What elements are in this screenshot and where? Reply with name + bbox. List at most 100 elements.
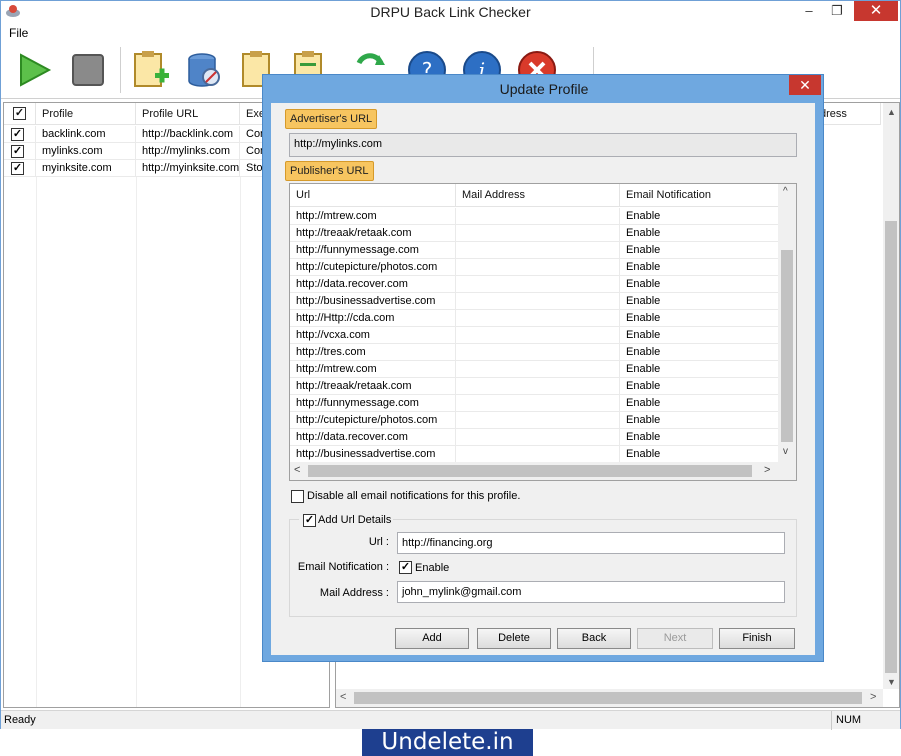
- list-item[interactable]: http://Http://cda.com Enable: [290, 310, 778, 327]
- scroll-thumb[interactable]: [308, 465, 752, 477]
- list-item[interactable]: http://treaak/retaak.com Enable: [290, 378, 778, 395]
- publisher-notify-cell: Enable: [626, 346, 661, 358]
- column-line: [36, 177, 37, 707]
- publisher-notify-cell: Enable: [626, 397, 661, 409]
- list-item[interactable]: http://data.recover.com Enable: [290, 429, 778, 446]
- delete-button[interactable]: Delete: [477, 628, 551, 649]
- scroll-up-icon[interactable]: ▲: [887, 107, 896, 117]
- status-divider: [831, 711, 832, 730]
- profile-cell: backlink.com: [36, 126, 136, 143]
- row-checkbox[interactable]: ✓: [11, 162, 24, 175]
- publisher-notify-cell: Enable: [626, 448, 661, 460]
- scroll-down-icon[interactable]: ▼: [887, 677, 896, 687]
- title-bar: DRPU Back Link Checker – ❐ ✕: [1, 1, 900, 23]
- advertiser-url-field[interactable]: http://mylinks.com: [289, 133, 797, 157]
- dialog-close-button[interactable]: ✕: [789, 75, 821, 95]
- list-item[interactable]: http://funnymessage.com Enable: [290, 242, 778, 259]
- row-select-cell[interactable]: ✓: [4, 143, 36, 160]
- publisher-hscroll[interactable]: < >: [290, 462, 796, 480]
- row-checkbox[interactable]: ✓: [11, 128, 24, 141]
- publisher-mail-cell: [456, 225, 620, 242]
- scroll-thumb[interactable]: [354, 692, 862, 704]
- row-select-cell[interactable]: ✓: [4, 126, 36, 143]
- mail-address-input[interactable]: john_mylink@gmail.com: [397, 581, 785, 603]
- list-item[interactable]: http://tres.com Enable: [290, 344, 778, 361]
- column-line: [240, 177, 241, 707]
- header-email-notification[interactable]: Email Notification: [620, 184, 778, 207]
- list-item[interactable]: http://cutepicture/photos.com Enable: [290, 259, 778, 276]
- next-button[interactable]: Next: [637, 628, 713, 649]
- publisher-mail-cell: [456, 395, 620, 412]
- scroll-thumb[interactable]: [781, 250, 793, 442]
- publisher-mail-cell: [456, 446, 620, 463]
- publisher-notify-cell: Enable: [626, 363, 661, 375]
- publisher-url-cell: http://treaak/retaak.com: [290, 378, 456, 395]
- scroll-thumb[interactable]: [885, 221, 897, 673]
- add-url-details-checkbox[interactable]: ✓: [303, 514, 316, 527]
- menu-file[interactable]: File: [9, 26, 28, 40]
- play-icon[interactable]: [13, 49, 55, 91]
- enable-notification-checkbox[interactable]: ✓: [399, 561, 412, 574]
- list-item[interactable]: http://cutepicture/photos.com Enable: [290, 412, 778, 429]
- row-checkbox[interactable]: ✓: [11, 145, 24, 158]
- list-item[interactable]: http://treaak/retaak.com Enable: [290, 225, 778, 242]
- result-grid-vscroll[interactable]: ▲ ▼: [883, 103, 899, 689]
- list-item[interactable]: http://funnymessage.com Enable: [290, 395, 778, 412]
- header-mail-address[interactable]: Mail Address: [456, 184, 620, 207]
- scroll-left-icon[interactable]: <: [340, 691, 346, 703]
- scroll-down-icon[interactable]: v: [783, 446, 788, 457]
- publisher-mail-cell: [456, 361, 620, 378]
- result-grid-hscroll[interactable]: < >: [336, 689, 883, 707]
- publisher-url-cell: http://funnymessage.com: [290, 395, 456, 412]
- publisher-notify-cell: Enable: [626, 312, 661, 324]
- clipboard-add-icon[interactable]: [129, 49, 171, 91]
- list-item[interactable]: http://businessadvertise.com Enable: [290, 446, 778, 463]
- list-item[interactable]: http://vcxa.com Enable: [290, 327, 778, 344]
- minimize-button[interactable]: –: [795, 1, 823, 21]
- scroll-right-icon[interactable]: >: [764, 464, 770, 476]
- list-item[interactable]: http://businessadvertise.com Enable: [290, 293, 778, 310]
- select-all-header[interactable]: ✓: [4, 103, 36, 125]
- publisher-mail-cell: [456, 259, 620, 276]
- select-all-checkbox[interactable]: ✓: [13, 107, 26, 120]
- list-item[interactable]: http://data.recover.com Enable: [290, 276, 778, 293]
- close-button[interactable]: ✕: [854, 1, 898, 21]
- window-title: DRPU Back Link Checker: [370, 4, 531, 20]
- publisher-list-header: Url Mail Address Email Notification: [290, 184, 778, 207]
- stop-icon[interactable]: [67, 49, 109, 91]
- row-select-cell[interactable]: ✓: [4, 160, 36, 177]
- list-item[interactable]: http://mtrew.com Enable: [290, 361, 778, 378]
- profile-cell: myinksite.com: [36, 160, 136, 177]
- add-button[interactable]: Add: [395, 628, 469, 649]
- publisher-url-cell: http://Http://cda.com: [290, 310, 456, 327]
- brand-banner: Undelete.in: [362, 729, 533, 756]
- restore-button[interactable]: ❐: [823, 1, 851, 21]
- publisher-notify-cell: Enable: [626, 380, 661, 392]
- header-profile[interactable]: Profile: [36, 103, 136, 125]
- url-label: Url :: [368, 536, 389, 548]
- header-profile-url[interactable]: Profile URL: [136, 103, 240, 125]
- publisher-mail-cell: [456, 378, 620, 395]
- url-input[interactable]: http://financing.org: [397, 532, 785, 554]
- publisher-url-list: Url Mail Address Email Notification http…: [289, 183, 797, 481]
- publisher-notify-cell: Enable: [626, 261, 661, 273]
- disable-notifications-checkbox[interactable]: [291, 490, 304, 503]
- publisher-notify-cell: Enable: [626, 227, 661, 239]
- finish-button[interactable]: Finish: [719, 628, 795, 649]
- publisher-mail-cell: [456, 208, 620, 225]
- dialog-body: Advertiser's URL http://mylinks.com Publ…: [271, 103, 815, 655]
- header-address[interactable]: dress: [814, 103, 881, 125]
- header-url[interactable]: Url: [290, 184, 456, 207]
- scroll-right-icon[interactable]: >: [870, 691, 876, 703]
- back-button[interactable]: Back: [557, 628, 631, 649]
- database-icon[interactable]: [183, 49, 225, 91]
- scroll-left-icon[interactable]: <: [294, 464, 300, 476]
- list-item[interactable]: http://mtrew.com Enable: [290, 208, 778, 225]
- profile-url-cell: http://backlink.com: [136, 126, 240, 143]
- profile-url-cell: http://myinksite.com: [136, 160, 240, 177]
- disable-notifications-label: Disable all email notifications for this…: [307, 490, 521, 502]
- scroll-up-icon[interactable]: ^: [783, 186, 788, 197]
- publisher-notify-cell: Enable: [626, 431, 661, 443]
- publisher-notify-cell: Enable: [626, 244, 661, 256]
- publisher-vscroll[interactable]: ^ v: [778, 184, 796, 462]
